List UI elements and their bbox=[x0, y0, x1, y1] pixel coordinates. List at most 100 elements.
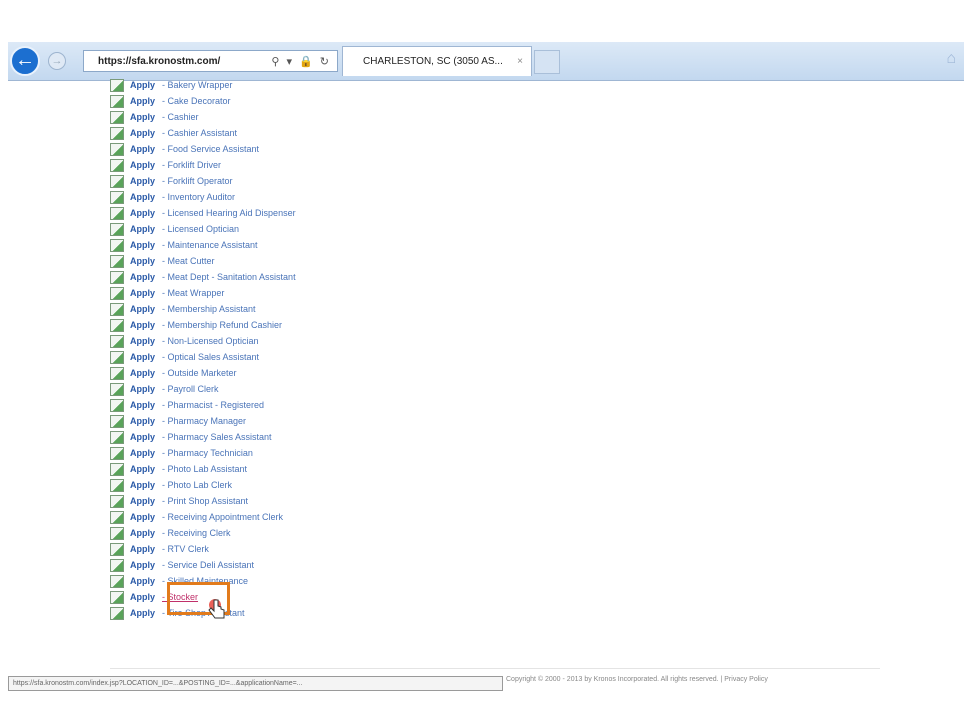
apply-document-icon[interactable] bbox=[110, 431, 124, 444]
apply-document-icon[interactable] bbox=[110, 399, 124, 412]
job-title-link[interactable]: - Membership Refund Cashier bbox=[162, 318, 282, 333]
job-title-link[interactable]: - Maintenance Assistant bbox=[162, 238, 258, 253]
apply-link[interactable]: Apply bbox=[130, 206, 155, 221]
apply-document-icon[interactable] bbox=[110, 495, 124, 508]
apply-document-icon[interactable] bbox=[110, 511, 124, 524]
apply-document-icon[interactable] bbox=[110, 543, 124, 556]
apply-link[interactable]: Apply bbox=[130, 238, 155, 253]
apply-document-icon[interactable] bbox=[110, 479, 124, 492]
apply-document-icon[interactable] bbox=[110, 95, 124, 108]
apply-link[interactable]: Apply bbox=[130, 366, 155, 381]
new-tab-button[interactable] bbox=[534, 50, 560, 74]
job-title-link[interactable]: - Photo Lab Clerk bbox=[162, 478, 232, 493]
job-title-link[interactable]: - Food Service Assistant bbox=[162, 142, 259, 157]
apply-document-icon[interactable] bbox=[110, 255, 124, 268]
forward-button[interactable]: → bbox=[48, 52, 66, 70]
apply-link[interactable]: Apply bbox=[130, 510, 155, 525]
back-button[interactable]: ← bbox=[10, 46, 40, 76]
apply-link[interactable]: Apply bbox=[130, 574, 155, 589]
apply-document-icon[interactable] bbox=[110, 303, 124, 316]
job-title-link[interactable]: - Cashier bbox=[162, 110, 199, 125]
job-title-link[interactable]: - Pharmacy Manager bbox=[162, 414, 246, 429]
job-title-link[interactable]: - Payroll Clerk bbox=[162, 382, 219, 397]
apply-link[interactable]: Apply bbox=[130, 494, 155, 509]
apply-link[interactable]: Apply bbox=[130, 462, 155, 477]
apply-link[interactable]: Apply bbox=[130, 222, 155, 237]
apply-link[interactable]: Apply bbox=[130, 270, 155, 285]
apply-document-icon[interactable] bbox=[110, 415, 124, 428]
job-title-link[interactable]: - Optical Sales Assistant bbox=[162, 350, 259, 365]
job-title-link[interactable]: - Licensed Hearing Aid Dispenser bbox=[162, 206, 296, 221]
job-title-link[interactable]: - Cake Decorator bbox=[162, 94, 231, 109]
apply-link[interactable]: Apply bbox=[130, 526, 155, 541]
job-title-link[interactable]: - Service Deli Assistant bbox=[162, 558, 254, 573]
apply-link[interactable]: Apply bbox=[130, 142, 155, 157]
job-title-link[interactable]: - Licensed Optician bbox=[162, 222, 239, 237]
apply-link[interactable]: Apply bbox=[130, 430, 155, 445]
apply-link[interactable]: Apply bbox=[130, 158, 155, 173]
apply-link[interactable]: Apply bbox=[130, 110, 155, 125]
job-title-link[interactable]: - Meat Wrapper bbox=[162, 286, 224, 301]
apply-document-icon[interactable] bbox=[110, 239, 124, 252]
apply-link[interactable]: Apply bbox=[130, 350, 155, 365]
apply-document-icon[interactable] bbox=[110, 223, 124, 236]
job-title-link[interactable]: - Photo Lab Assistant bbox=[162, 462, 247, 477]
apply-document-icon[interactable] bbox=[110, 319, 124, 332]
apply-document-icon[interactable] bbox=[110, 351, 124, 364]
job-title-link[interactable]: - Receiving Clerk bbox=[162, 526, 231, 541]
job-title-link[interactable]: - Meat Dept - Sanitation Assistant bbox=[162, 270, 296, 285]
apply-link[interactable]: Apply bbox=[130, 254, 155, 269]
apply-document-icon[interactable] bbox=[110, 527, 124, 540]
apply-link[interactable]: Apply bbox=[130, 286, 155, 301]
job-title-link[interactable]: - Pharmacist - Registered bbox=[162, 398, 264, 413]
apply-document-icon[interactable] bbox=[110, 143, 124, 156]
apply-document-icon[interactable] bbox=[110, 559, 124, 572]
job-title-link[interactable]: - RTV Clerk bbox=[162, 542, 209, 557]
address-tools-icons[interactable]: ⚲ ▾ 🔒 ↻ bbox=[271, 55, 337, 68]
apply-link[interactable]: Apply bbox=[130, 334, 155, 349]
apply-document-icon[interactable] bbox=[110, 79, 124, 92]
job-title-link[interactable]: - Pharmacy Sales Assistant bbox=[162, 430, 272, 445]
apply-link[interactable]: Apply bbox=[130, 126, 155, 141]
apply-document-icon[interactable] bbox=[110, 447, 124, 460]
apply-link[interactable]: Apply bbox=[130, 542, 155, 557]
apply-link[interactable]: Apply bbox=[130, 558, 155, 573]
apply-link[interactable]: Apply bbox=[130, 174, 155, 189]
apply-link[interactable]: Apply bbox=[130, 446, 155, 461]
job-title-link[interactable]: - Inventory Auditor bbox=[162, 190, 235, 205]
home-icon[interactable]: ⌂ bbox=[946, 50, 956, 68]
apply-document-icon[interactable] bbox=[110, 207, 124, 220]
apply-link[interactable]: Apply bbox=[130, 302, 155, 317]
apply-link[interactable]: Apply bbox=[130, 78, 155, 93]
apply-link[interactable]: Apply bbox=[130, 606, 155, 621]
apply-document-icon[interactable] bbox=[110, 127, 124, 140]
apply-document-icon[interactable] bbox=[110, 335, 124, 348]
job-title-link[interactable]: - Cashier Assistant bbox=[162, 126, 237, 141]
apply-document-icon[interactable] bbox=[110, 575, 124, 588]
apply-link[interactable]: Apply bbox=[130, 478, 155, 493]
apply-link[interactable]: Apply bbox=[130, 94, 155, 109]
job-title-link[interactable]: - Bakery Wrapper bbox=[162, 78, 232, 93]
apply-link[interactable]: Apply bbox=[130, 382, 155, 397]
apply-document-icon[interactable] bbox=[110, 383, 124, 396]
apply-document-icon[interactable] bbox=[110, 191, 124, 204]
job-title-link[interactable]: - Non-Licensed Optician bbox=[162, 334, 259, 349]
apply-link[interactable]: Apply bbox=[130, 590, 155, 605]
job-title-link[interactable]: - Print Shop Assistant bbox=[162, 494, 248, 509]
job-title-link[interactable]: - Receiving Appointment Clerk bbox=[162, 510, 283, 525]
browser-tab[interactable]: CHARLESTON, SC (3050 AS... × bbox=[342, 46, 532, 76]
apply-link[interactable]: Apply bbox=[130, 414, 155, 429]
job-title-link[interactable]: - Membership Assistant bbox=[162, 302, 256, 317]
job-title-link[interactable]: - Forklift Operator bbox=[162, 174, 233, 189]
apply-link[interactable]: Apply bbox=[130, 398, 155, 413]
apply-document-icon[interactable] bbox=[110, 367, 124, 380]
apply-document-icon[interactable] bbox=[110, 111, 124, 124]
job-title-link[interactable]: - Forklift Driver bbox=[162, 158, 221, 173]
apply-link[interactable]: Apply bbox=[130, 318, 155, 333]
apply-document-icon[interactable] bbox=[110, 159, 124, 172]
apply-document-icon[interactable] bbox=[110, 607, 124, 620]
tab-close-icon[interactable]: × bbox=[517, 56, 523, 67]
apply-document-icon[interactable] bbox=[110, 591, 124, 604]
address-bar[interactable]: https://sfa.kronostm.com/ ⚲ ▾ 🔒 ↻ bbox=[83, 50, 338, 72]
apply-link[interactable]: Apply bbox=[130, 190, 155, 205]
